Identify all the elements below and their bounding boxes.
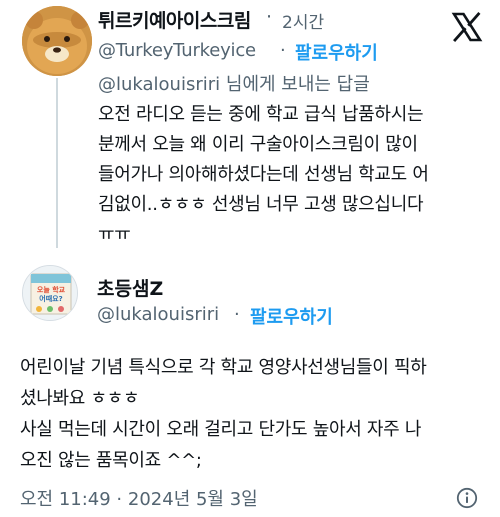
info-icon[interactable] [456,487,478,509]
text-line: 오진 않는 품목이죠 ^^; [20,450,202,471]
text-line: 어린이날 기념 특식으로 각 학교 영양사선생님들이 픽하 [20,357,427,378]
avatar[interactable]: 오늘 학교 어때요? [22,265,78,321]
author-name[interactable]: 초등샘Z [97,274,163,301]
reply-to-suffix: 님에게 보내는 답글 [220,74,370,95]
text-line: 김없이..ㅎㅎㅎ 선생님 너무 고생 많으십니다 [98,194,424,215]
reply-time-ago[interactable]: 2시간 [282,8,324,33]
bear-character-icon [22,6,92,76]
book-cover-icon: 오늘 학교 어때요? [23,266,77,320]
tweet-timestamp[interactable]: 오전 11:49 · 2024년 5월 3일 [20,485,258,511]
separator-dot: · [266,6,273,28]
svg-text:어때요?: 어때요? [39,294,62,303]
replying-to-line: @lukalouisriri 님에게 보내는 답글 [98,70,370,96]
svg-text:오늘 학교: 오늘 학교 [37,285,66,294]
text-line: 들어가나 의아해하셨다는데 선생님 학교도 어 [98,164,429,185]
reply-author-name[interactable]: 튀르키예아이스크림 [98,6,251,33]
text-line: 사실 먹는데 시간이 오래 걸리고 단가도 높아서 자주 나 [20,419,422,440]
separator-dot: · [234,304,240,325]
x-logo-icon[interactable] [451,11,483,43]
separator-dot: · [280,40,286,61]
text-line: ㅠㅠ [98,224,131,245]
follow-button[interactable]: 팔로우하기 [250,303,333,329]
thread-connector-line [56,78,58,248]
author-handle[interactable]: @lukalouisriri [97,304,219,325]
text-line: 오전 라디오 듣는 중에 학교 급식 납품하시는 [98,104,424,125]
reply-to-mention[interactable]: @lukalouisriri [98,74,220,95]
text-line: 셨나봐요 ㅎㅎㅎ [20,388,140,409]
text-line: 분께서 오늘 왜 이리 구술아이스크림이 많이 [98,134,418,155]
reply-author-handle[interactable]: @TurkeyTurkeyice [98,40,256,61]
follow-button[interactable]: 팔로우하기 [295,39,378,65]
avatar[interactable] [22,6,92,76]
tweet-text: 어린이날 기념 특식으로 각 학교 영양사선생님들이 픽하 셨나봐요 ㅎㅎㅎ 사… [20,352,490,476]
reply-tweet-text: 오전 라디오 듣는 중에 학교 급식 납품하시는 분께서 오늘 왜 이리 구술아… [98,100,478,250]
